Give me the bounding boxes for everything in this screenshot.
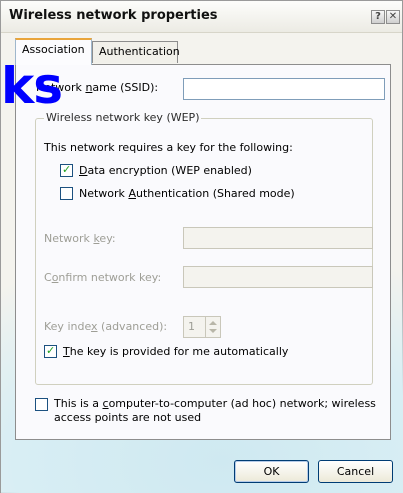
cancel-button[interactable]: Cancel — [318, 460, 393, 483]
key-index-value: 1 — [188, 320, 195, 333]
ssid-input[interactable] — [183, 78, 385, 100]
title-bar[interactable]: Wireless network properties ? ✕ — [1, 1, 402, 33]
key-index-spin[interactable] — [205, 317, 220, 337]
dialog-title: Wireless network properties — [9, 8, 218, 23]
adhoc-checkbox[interactable] — [35, 398, 48, 411]
association-panel: Network name (SSID): Wireless network ke… — [15, 64, 391, 440]
adhoc-label-line2: access points are not used — [54, 411, 202, 424]
data-encryption-checkbox[interactable] — [60, 163, 73, 177]
ok-button[interactable]: OK — [234, 460, 309, 483]
network-key-input[interactable] — [183, 227, 373, 249]
chevron-down-icon[interactable] — [209, 329, 217, 333]
help-button[interactable]: ? — [371, 10, 385, 24]
auto-key-label: The key is provided for me automatically — [63, 345, 289, 358]
key-index-stepper[interactable]: 1 — [183, 316, 221, 338]
close-button[interactable]: ✕ — [386, 10, 400, 24]
tab-authentication[interactable]: Authentication — [92, 41, 180, 63]
network-authentication-label: Network Authentication (Shared mode) — [79, 187, 295, 200]
network-authentication-checkbox[interactable] — [60, 187, 73, 200]
wep-key-group: Wireless network key (WEP) This network … — [35, 111, 373, 385]
wireless-properties-dialog: Wireless network properties ? ✕ Associat… — [0, 0, 403, 493]
adhoc-label-line1: This is a computer-to-computer (ad hoc) … — [54, 397, 376, 410]
requires-key-text: This network requires a key for the foll… — [44, 141, 293, 154]
watermark-text: ks — [1, 57, 63, 115]
confirm-key-label: Confirm network key: — [44, 271, 162, 284]
key-index-label: Key index (advanced): — [44, 320, 168, 333]
confirm-key-input[interactable] — [183, 266, 373, 288]
data-encryption-label: Data encryption (WEP enabled) — [79, 164, 252, 177]
network-key-label: Network key: — [44, 232, 116, 245]
chevron-up-icon[interactable] — [209, 321, 217, 325]
wep-group-title: Wireless network key (WEP) — [44, 111, 202, 124]
auto-key-checkbox[interactable] — [44, 344, 57, 358]
